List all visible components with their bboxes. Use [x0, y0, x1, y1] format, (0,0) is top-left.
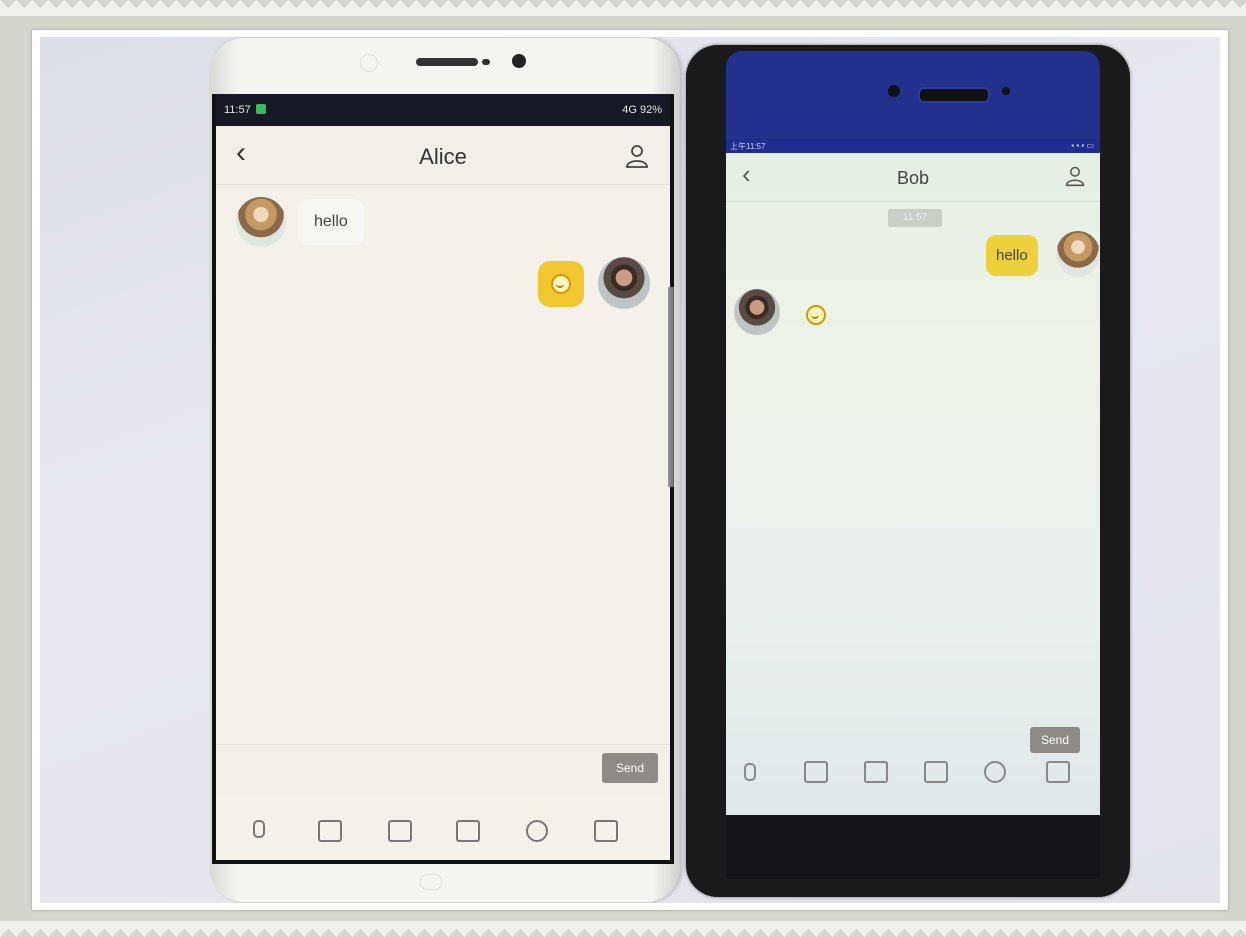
chat-header: ‹ Bob	[726, 153, 1100, 202]
more-icon[interactable]	[1046, 761, 1070, 783]
notification-icon	[256, 104, 266, 114]
front-camera	[512, 54, 526, 68]
emoji-icon[interactable]	[984, 761, 1006, 783]
send-button[interactable]: Send	[602, 753, 658, 783]
mic-icon[interactable]	[744, 763, 756, 781]
right-phone: 上午11:57 ▪ ▪ ▪ ▭ ‹ Bob 11:57 hello Send	[686, 45, 1130, 897]
proximity-sensor	[360, 54, 378, 72]
input-toolbar	[726, 745, 1100, 789]
input-toolbar	[216, 798, 670, 860]
smiley-emoji-icon[interactable]	[806, 305, 826, 325]
right-phone-screen: 上午11:57 ▪ ▪ ▪ ▭ ‹ Bob 11:57 hello Send	[726, 139, 1100, 815]
sensor-dot	[482, 59, 490, 65]
image-icon[interactable]	[804, 761, 828, 783]
outgoing-emoji-bubble[interactable]	[538, 261, 584, 307]
message-timestamp: 11:57	[888, 209, 942, 227]
status-icons: ▪ ▪ ▪ ▭	[1071, 141, 1094, 150]
status-bar: 上午11:57 ▪ ▪ ▪ ▭	[726, 139, 1100, 153]
person-icon[interactable]	[624, 143, 650, 169]
front-camera	[888, 85, 900, 97]
left-phone-screen: 11:57 4G 92% ‹ Alice hello Send	[212, 94, 674, 864]
earpiece-speaker	[918, 87, 990, 103]
home-button[interactable]	[420, 874, 442, 890]
earpiece-speaker	[416, 58, 478, 66]
avatar-me[interactable]	[1056, 231, 1100, 277]
left-phone: 11:57 4G 92% ‹ Alice hello Send	[210, 38, 680, 902]
contact-card-icon[interactable]	[924, 761, 948, 783]
mic-icon[interactable]	[253, 820, 265, 838]
side-button	[668, 287, 674, 487]
chat-header: ‹ Alice	[216, 126, 670, 185]
outgoing-message-bubble[interactable]: hello	[986, 235, 1038, 276]
chat-title: Alice	[419, 144, 467, 169]
top-bezel	[726, 51, 1100, 139]
sensor-dot	[1002, 87, 1010, 95]
camera-icon[interactable]	[388, 820, 412, 842]
status-time: 11:57	[224, 104, 251, 116]
person-icon[interactable]	[1064, 165, 1086, 187]
frame-bottom-edge	[0, 921, 1246, 937]
frame-top-edge	[0, 0, 1246, 16]
camera-icon[interactable]	[864, 761, 888, 783]
status-signal-battery: 4G 92%	[622, 104, 662, 116]
emoji-icon[interactable]	[526, 820, 548, 842]
avatar-me[interactable]	[598, 257, 650, 309]
image-icon[interactable]	[318, 820, 342, 842]
smiley-emoji-icon	[551, 274, 571, 294]
more-icon[interactable]	[594, 820, 618, 842]
contact-card-icon[interactable]	[456, 820, 480, 842]
message-list: hello	[216, 185, 670, 745]
incoming-message-bubble[interactable]: hello	[298, 199, 364, 245]
status-bar: 11:57 4G 92%	[216, 94, 670, 126]
status-time: 上午11:57	[730, 142, 766, 151]
bottom-bezel	[726, 815, 1100, 879]
message-input-bar[interactable]: Send	[216, 744, 670, 799]
avatar-bob[interactable]	[734, 289, 780, 335]
photo: 11:57 4G 92% ‹ Alice hello Send 上午11:57 …	[40, 37, 1220, 903]
chat-title: Bob	[896, 168, 930, 188]
avatar-alice[interactable]	[236, 197, 286, 247]
